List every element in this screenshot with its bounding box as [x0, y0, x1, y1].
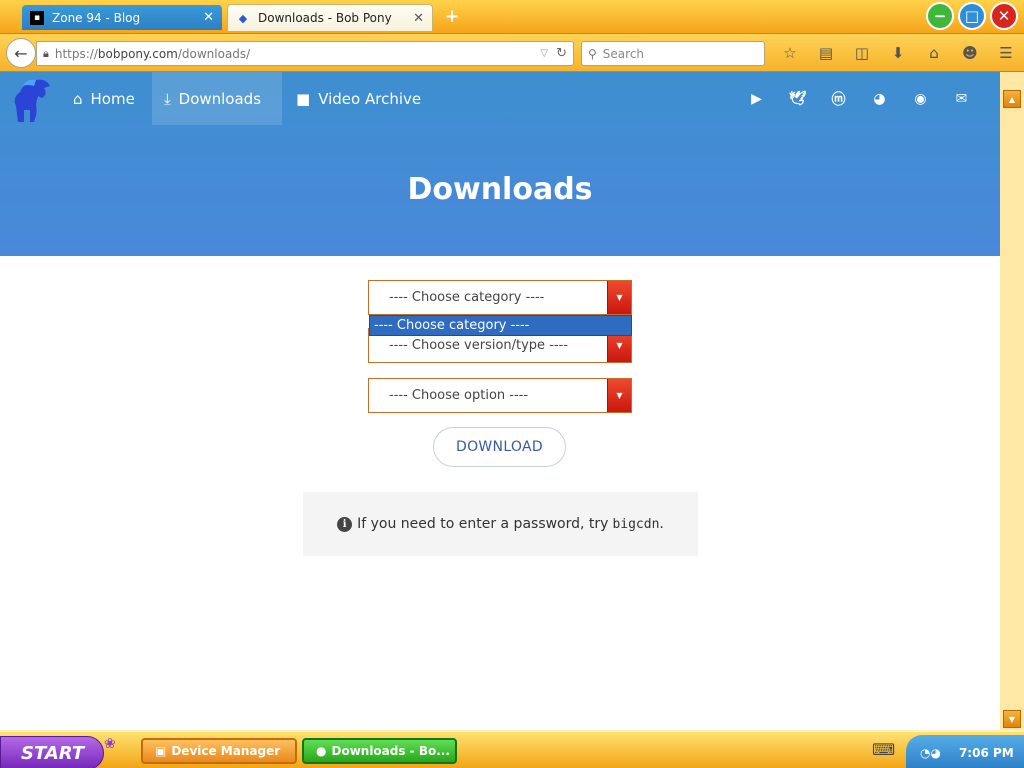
computer-icon: ▣ [155, 744, 167, 758]
scroll-down-arrow-icon[interactable]: ▼ [1003, 710, 1021, 728]
category-select-value: ---- Choose category ---- [389, 290, 545, 305]
download-icon: ⤓ [164, 89, 171, 108]
maximize-button[interactable]: □ [958, 2, 986, 30]
dropdown-arrow-icon[interactable]: ▼ [607, 281, 631, 314]
taskbar-device-manager[interactable]: ▣ Device Manager [141, 738, 297, 764]
site-nav: ⌂ Home ⤓ Downloads ■ Video Archive ▶ 🕊︎ … [0, 72, 1000, 125]
version-select-value: ---- Choose version/type ---- [389, 338, 568, 353]
page-title: Downloads [407, 172, 593, 207]
lock-icon: 🔒︎ [43, 46, 49, 60]
info-icon: i [337, 516, 353, 532]
reload-icon[interactable]: ↻ [556, 46, 567, 61]
back-button[interactable]: ← [6, 38, 36, 68]
option-select-value: ---- Choose option ---- [389, 388, 529, 403]
github-icon[interactable]: ◉ [900, 88, 941, 110]
url-host: bobpony.com [97, 46, 178, 61]
home-icon: ⌂ [73, 89, 83, 108]
bob-pony-logo-icon[interactable] [8, 76, 54, 124]
tab-close-icon[interactable]: ✕ [413, 11, 424, 26]
reading-list-icon[interactable]: ▤ [808, 42, 844, 64]
note-text: If you need to enter a password, try [357, 516, 609, 532]
password-note: i If you need to enter a password, try b… [303, 492, 698, 556]
download-button[interactable]: DOWNLOAD [433, 427, 566, 467]
keyboard-icon[interactable]: ⌨ [872, 740, 895, 759]
site-header: ⌂ Home ⤓ Downloads ■ Video Archive ▶ 🕊︎ … [0, 72, 1000, 256]
tab-title: Downloads - Bob Pony [258, 11, 392, 25]
video-camera-icon: ■ [296, 89, 311, 108]
scroll-up-arrow-icon[interactable]: ▲ [1003, 90, 1021, 108]
task-label: Downloads - Bo... [331, 744, 450, 758]
nav-video-archive-label: Video Archive [318, 89, 422, 108]
category-dropdown-option[interactable]: ---- Choose category ---- [369, 315, 632, 336]
network-icon[interactable]: ◔◕ [920, 746, 941, 760]
url-path: /downloads/ [177, 46, 251, 61]
taskbar: START ❀ ▣ Device Manager ● Downloads - B… [0, 730, 1024, 768]
nav-home[interactable]: ⌂ Home [61, 72, 147, 125]
url-bar[interactable]: 🔒︎ https://bobpony.com/downloads/ ▽ ↻ [36, 41, 574, 66]
twitter-icon[interactable]: 🕊︎ [777, 88, 818, 110]
search-bar[interactable]: ⚲ Search [581, 41, 765, 66]
url-prefix: https:// [54, 46, 98, 61]
mastodon-icon[interactable]: ⓜ [818, 88, 859, 110]
new-tab-button[interactable]: + [442, 7, 462, 27]
nav-home-label: Home [90, 89, 135, 108]
minimize-button[interactable]: − [926, 2, 954, 30]
close-window-button[interactable]: ✕ [990, 2, 1018, 30]
tab-downloads-bob-pony[interactable]: ◆ Downloads - Bob Pony ✕ [227, 4, 433, 31]
vertical-scrollbar[interactable]: ▲ ▼ [1000, 72, 1024, 730]
youtube-icon[interactable]: ▶ [736, 88, 777, 110]
window-controls: − □ ✕ [926, 2, 1018, 30]
zone94-favicon-icon: ▪ [30, 10, 44, 25]
nav-video-archive[interactable]: ■ Video Archive [284, 72, 433, 125]
url-text[interactable]: https://bobpony.com/downloads/ [55, 47, 541, 61]
clock[interactable]: 7:06 PM [959, 746, 1014, 760]
taskbar-firefox-downloads[interactable]: ● Downloads - Bo... [302, 738, 457, 764]
nav-downloads[interactable]: ⤓ Downloads [152, 72, 282, 125]
task-label: Device Manager [171, 744, 281, 758]
tab-bar: ▪ Zone 94 - Blog ✕ ◆ Downloads - Bob Pon… [0, 0, 1024, 34]
tab-close-icon[interactable]: ✕ [203, 10, 214, 25]
start-button[interactable]: START [0, 736, 104, 768]
downloads-icon[interactable]: ⬇ [880, 42, 916, 64]
web-page: ⌂ Home ⤓ Downloads ■ Video Archive ▶ 🕊︎ … [0, 72, 1000, 730]
navigation-toolbar: ← 🔒︎ https://bobpony.com/downloads/ ▽ ↻ … [0, 34, 1024, 72]
search-placeholder: Search [602, 46, 645, 61]
home-icon[interactable]: ⌂ [916, 42, 952, 64]
menu-icon[interactable]: ☰ [988, 42, 1024, 64]
pocket-icon[interactable]: ◫ [844, 42, 880, 64]
bobpony-favicon-icon: ◆ [238, 11, 248, 25]
option-select[interactable]: ---- Choose option ---- ▼ [368, 378, 632, 413]
mail-icon[interactable]: ✉ [941, 88, 982, 110]
note-suffix: . [659, 516, 664, 532]
dropdown-arrow-icon[interactable]: ▼ [607, 379, 631, 412]
system-tray: ◔◕ 7:06 PM [906, 735, 1024, 768]
url-dropdown-icon[interactable]: ▽ [540, 48, 548, 59]
toolbar-icons: ☆ ▤ ◫ ⬇ ⌂ ☻ ☰ [772, 42, 1024, 64]
chat-icon[interactable]: ☻ [952, 42, 988, 64]
social-links: ▶ 🕊︎ ⓜ ◕ ◉ ✉ [736, 88, 982, 110]
search-icon: ⚲ [588, 46, 597, 61]
start-decoration-icon: ❀ [104, 736, 116, 752]
note-password-code: bigcdn [612, 516, 660, 532]
bookmark-star-icon[interactable]: ☆ [772, 42, 808, 64]
tab-zone94-blog[interactable]: ▪ Zone 94 - Blog ✕ [22, 5, 222, 30]
nav-downloads-label: Downloads [178, 89, 262, 108]
back-arrow-icon: ← [14, 43, 28, 63]
firefox-icon: ● [316, 744, 327, 758]
category-select[interactable]: ---- Choose category ---- ▼ [368, 280, 632, 315]
tab-title: Zone 94 - Blog [52, 10, 141, 25]
discord-icon[interactable]: ◕ [859, 88, 900, 110]
